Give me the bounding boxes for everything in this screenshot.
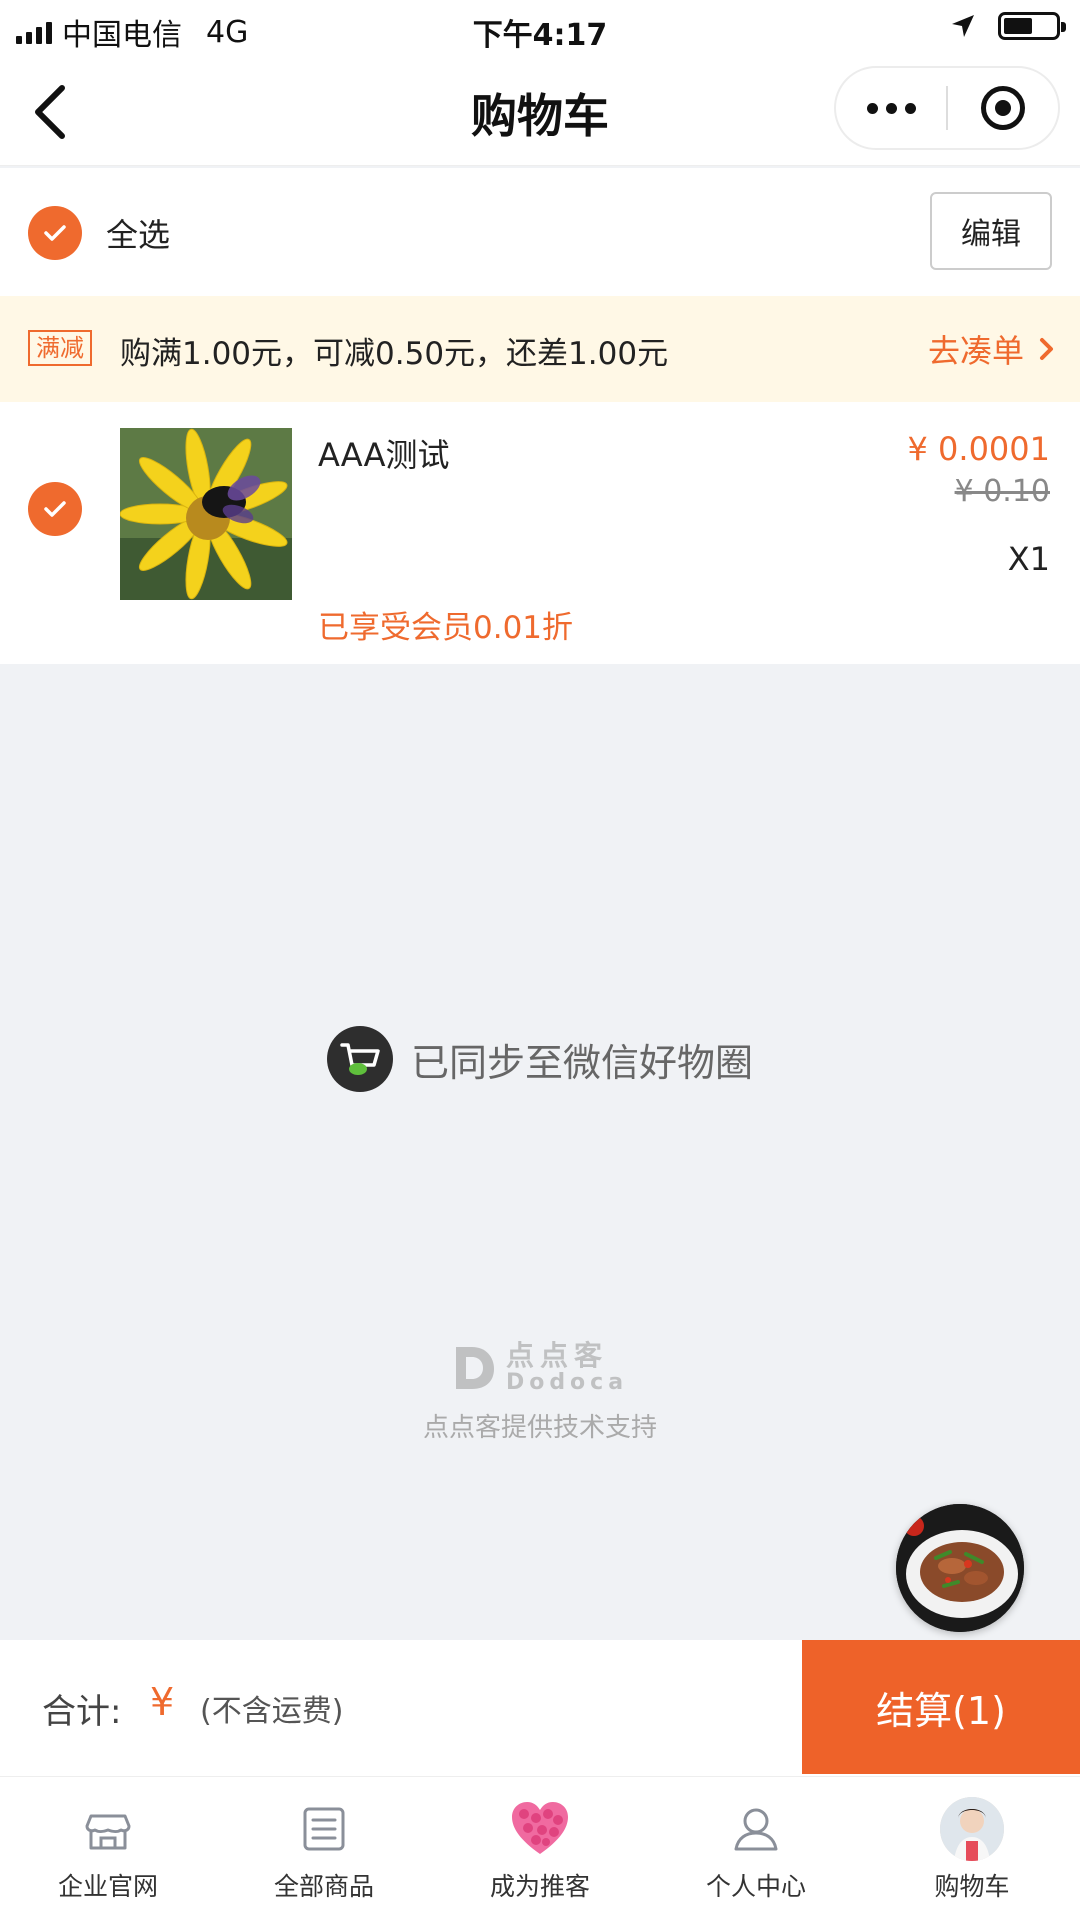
more-dots-icon	[866, 102, 916, 114]
shipping-note: (不含运费)	[200, 1694, 344, 1729]
checkmark-icon	[44, 501, 66, 517]
floating-promo-button[interactable]	[896, 1504, 1024, 1632]
brand-tagline: 点点客提供技术支持	[422, 1413, 657, 1443]
brand-name-cn: 点点客	[505, 1339, 608, 1372]
select-all-checkbox[interactable]	[28, 206, 82, 260]
product-original-price: ¥ 0.10	[954, 474, 1050, 509]
target-icon	[981, 86, 1025, 130]
product-price: ¥ 0.0001	[907, 430, 1051, 468]
status-time: 下午4:17	[472, 18, 608, 53]
tab-shopping-cart[interactable]: 购物车	[864, 1777, 1080, 1920]
more-button[interactable]	[836, 68, 946, 148]
product-thumbnail[interactable]	[120, 428, 292, 600]
food-plate-image	[896, 1504, 1024, 1632]
checkout-bar: 合计: ¥ (不含运费) 结算(1)	[0, 1640, 1080, 1776]
cart-item[interactable]: AAA测试 ¥ 0.0001 ¥ 0.10 X1 已享受会员0.01折	[0, 402, 1080, 664]
tab-all-products[interactable]: 全部商品	[216, 1777, 432, 1920]
cart-glyph-icon	[340, 1043, 380, 1075]
item-checkbox[interactable]	[28, 482, 82, 536]
close-mini-program-button[interactable]	[948, 68, 1058, 148]
select-all-label[interactable]: 全选	[106, 210, 170, 256]
list-icon	[292, 1797, 356, 1861]
tab-label: 个人中心	[705, 1872, 806, 1901]
bee-on-flower-image	[120, 428, 292, 600]
promo-banner: 满减 购满1.00元，可减0.50元，还差1.00元 去凑单	[0, 296, 1080, 402]
checkout-button[interactable]: 结算(1)	[802, 1640, 1080, 1774]
sync-notice-text: 已同步至微信好物圈	[410, 1040, 753, 1085]
member-discount-label: 已享受会员0.01折	[318, 610, 574, 646]
tab-label: 企业官网	[57, 1872, 158, 1901]
tab-label: 全部商品	[273, 1872, 374, 1901]
promo-tag: 满减	[28, 330, 92, 366]
battery-icon	[998, 12, 1066, 40]
powered-by: 点点客 Dodoca 点点客提供技术支持	[0, 1342, 1080, 1444]
tab-label: 购物车	[934, 1872, 1010, 1901]
tab-bar: 企业官网 全部商品 成为推客 个人中心 购物车	[0, 1776, 1080, 1920]
mini-program-capsule	[834, 66, 1060, 150]
user-icon	[724, 1797, 788, 1861]
chevron-left-icon	[35, 85, 65, 139]
brand-name-en: Dodoca	[505, 1370, 629, 1395]
tab-label: 成为推客	[489, 1872, 590, 1901]
tab-become-promoter[interactable]: 成为推客	[432, 1777, 648, 1920]
status-right	[950, 12, 1066, 40]
total-currency: ¥	[150, 1680, 175, 1724]
tab-personal-center[interactable]: 个人中心	[648, 1777, 864, 1920]
back-button[interactable]	[22, 80, 82, 140]
dodoca-d-logo-icon	[455, 1347, 494, 1389]
heart-icon	[508, 1797, 572, 1861]
battery-level	[1004, 18, 1032, 34]
add-more-items-link[interactable]: 去凑单	[928, 326, 1056, 372]
edit-button[interactable]: 编辑	[930, 192, 1052, 270]
promo-text: 购满1.00元，可减0.50元，还差1.00元	[120, 336, 669, 372]
total-label: 合计:	[42, 1692, 122, 1732]
wechat-cart-icon	[326, 1026, 393, 1092]
location-arrow-icon	[952, 15, 974, 37]
sync-notice[interactable]: 已同步至微信好物圈	[0, 1026, 1080, 1092]
chevron-right-icon	[1040, 338, 1053, 360]
product-name[interactable]: AAA测试	[318, 430, 449, 476]
nav-bar: 购物车	[0, 56, 1080, 166]
promo-link-label: 去凑单	[927, 332, 1024, 370]
store-icon	[76, 1797, 140, 1861]
select-all-row: 全选 编辑	[0, 168, 1080, 296]
status-bar: 中国电信 4G 下午4:17	[0, 0, 1080, 56]
checkmark-icon	[44, 225, 66, 241]
tab-company-site[interactable]: 企业官网	[0, 1777, 216, 1920]
avatar-icon	[940, 1797, 1004, 1861]
product-quantity: X1	[1007, 540, 1050, 578]
dodoca-logo: 点点客 Dodoca	[452, 1342, 628, 1394]
